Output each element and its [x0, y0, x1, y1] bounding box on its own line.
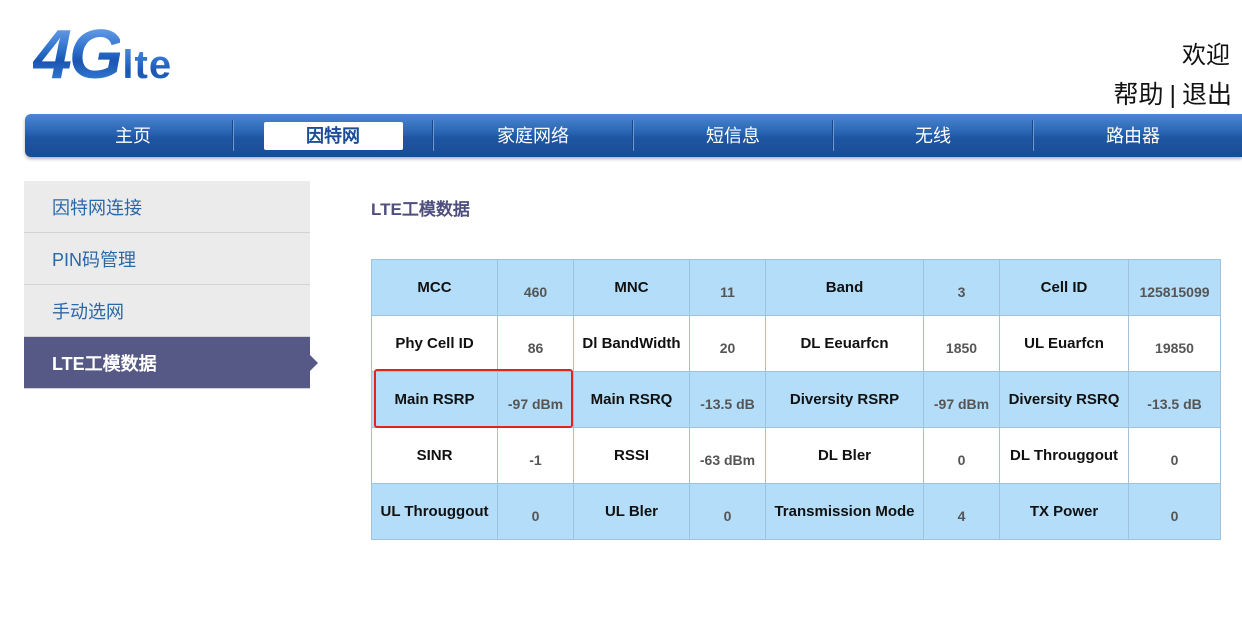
diversity-rsrq-label: Diversity RSRQ	[999, 371, 1129, 428]
transmission-mode-value: 4	[923, 483, 1000, 540]
sidebar-item-internet-connection[interactable]: 因特网连接	[24, 181, 310, 233]
diversity-rsrp-value: -97 dBm	[923, 371, 1000, 428]
nav-item-label: 因特网	[263, 121, 403, 150]
user-links: 帮助 | 退出	[1113, 80, 1232, 110]
cell-id-value: 125815099	[1128, 259, 1221, 316]
sinr-label: SINR	[371, 427, 498, 484]
link-separator: |	[1169, 81, 1176, 109]
nav-item-label: 短信息	[706, 125, 760, 146]
table-row: MCC 460 MNC 11 Band 3 Cell ID 125815099	[371, 259, 1221, 316]
nav-item-router[interactable]: 路由器	[1033, 114, 1233, 157]
nav-item-label: 无线	[915, 125, 951, 146]
nav-item-home-network[interactable]: 家庭网络	[433, 114, 634, 157]
sidebar-item-manual-network-selection[interactable]: 手动选网	[24, 285, 310, 337]
logo-4g: 4G	[33, 15, 123, 93]
sidebar-item-label: 手动选网	[52, 301, 124, 322]
lte-data-table-container: MCC 460 MNC 11 Band 3 Cell ID 125815099 …	[371, 259, 1221, 540]
rssi-value: -63 dBm	[689, 427, 766, 484]
transmission-mode-label: Transmission Mode	[765, 483, 924, 540]
band-label: Band	[765, 259, 924, 316]
nav-item-internet[interactable]: 因特网	[233, 114, 434, 157]
main-nav: 主页 因特网 家庭网络 短信息 无线 路由器	[25, 114, 1242, 157]
mcc-label: MCC	[371, 259, 498, 316]
main-rsrq-value: -13.5 dB	[689, 371, 766, 428]
dl-throughput-label: DL Througgout	[999, 427, 1129, 484]
dl-throughput-value: 0	[1128, 427, 1221, 484]
phy-cell-id-value: 86	[497, 315, 574, 372]
ul-throughput-label: UL Througgout	[371, 483, 498, 540]
logout-link[interactable]: 退出	[1182, 81, 1232, 109]
sidebar-item-label: LTE工模数据	[52, 353, 157, 374]
mcc-value: 460	[497, 259, 574, 316]
nav-item-home[interactable]: 主页	[33, 114, 234, 157]
page-title: LTE工模数据	[371, 200, 470, 219]
diversity-rsrq-value: -13.5 dB	[1128, 371, 1221, 428]
logo: 4G lte	[33, 19, 172, 89]
mnc-label: MNC	[573, 259, 690, 316]
sidebar: 因特网连接 PIN码管理 手动选网 LTE工模数据	[24, 181, 318, 389]
nav-item-label: 路由器	[1106, 125, 1160, 146]
ul-earfcn-value: 19850	[1128, 315, 1221, 372]
sidebar-item-lte-engineering-data[interactable]: LTE工模数据	[24, 337, 318, 389]
table-row: UL Througgout 0 UL Bler 0 Transmission M…	[371, 483, 1221, 540]
dl-bandwidth-label: Dl BandWidth	[573, 315, 690, 372]
help-link[interactable]: 帮助	[1113, 81, 1163, 109]
dl-earfcn-value: 1850	[923, 315, 1000, 372]
dl-bler-value: 0	[923, 427, 1000, 484]
sinr-value: -1	[497, 427, 574, 484]
nav-item-label: 家庭网络	[497, 125, 569, 146]
sidebar-item-label: PIN码管理	[52, 249, 137, 270]
table-row: Phy Cell ID 86 Dl BandWidth 20 DL Eeuarf…	[371, 315, 1221, 372]
dl-bler-label: DL Bler	[765, 427, 924, 484]
tx-power-value: 0	[1128, 483, 1221, 540]
ul-throughput-value: 0	[497, 483, 574, 540]
band-value: 3	[923, 259, 1000, 316]
table-row: Main RSRP -97 dBm Main RSRQ -13.5 dB Div…	[371, 371, 1221, 428]
rssi-label: RSSI	[573, 427, 690, 484]
main-rsrp-label: Main RSRP	[371, 371, 498, 428]
welcome-text: 欢迎	[1182, 42, 1230, 69]
nav-item-label: 主页	[115, 125, 151, 146]
sidebar-item-label: 因特网连接	[52, 197, 142, 218]
tx-power-label: TX Power	[999, 483, 1129, 540]
mnc-value: 11	[689, 259, 766, 316]
logo-lte: lte	[122, 30, 172, 100]
lte-data-table: MCC 460 MNC 11 Band 3 Cell ID 125815099 …	[371, 259, 1221, 540]
dl-earfcn-label: DL Eeuarfcn	[765, 315, 924, 372]
nav-item-wireless[interactable]: 无线	[833, 114, 1034, 157]
active-arrow-icon	[310, 355, 318, 371]
ul-earfcn-label: UL Euarfcn	[999, 315, 1129, 372]
nav-item-sms[interactable]: 短信息	[633, 114, 834, 157]
cell-id-label: Cell ID	[999, 259, 1129, 316]
main-rsrp-value: -97 dBm	[497, 371, 574, 428]
phy-cell-id-label: Phy Cell ID	[371, 315, 498, 372]
table-row: SINR -1 RSSI -63 dBm DL Bler 0 DL Throug…	[371, 427, 1221, 484]
diversity-rsrp-label: Diversity RSRP	[765, 371, 924, 428]
ul-bler-label: UL Bler	[573, 483, 690, 540]
dl-bandwidth-value: 20	[689, 315, 766, 372]
main-rsrq-label: Main RSRQ	[573, 371, 690, 428]
sidebar-item-pin-management[interactable]: PIN码管理	[24, 233, 310, 285]
ul-bler-value: 0	[689, 483, 766, 540]
